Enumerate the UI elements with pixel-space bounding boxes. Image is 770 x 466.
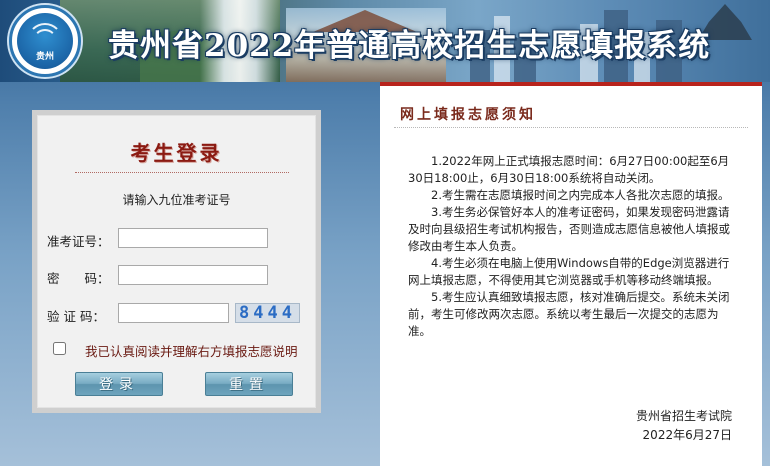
header-banner: 贵州 贵州省2022年普通高校招生志愿填报系统 [0,0,770,82]
notice-item: 5.考生应认真细致填报志愿，核对准确后提交。系统未关闭前，考生可修改两次志愿。系… [408,290,730,338]
site-logo: 贵州 [9,5,81,77]
login-divider [75,172,289,173]
notice-issuer: 贵州省招生考试院 [635,409,732,423]
agree-label[interactable]: 我已认真阅读并理解右方填报志愿说明 [85,341,298,360]
notice-divider [394,127,748,128]
notice-item: 3.考生务必保管好本人的准考证密码，如果发现密码泄露请及时向县级招生考试机构报告… [408,205,730,253]
notice-panel: 网上填报志愿须知 1.2022年网上正式填报志愿时间：6月27日00:00起至6… [380,82,762,466]
notice-item: 4.考生必须在电脑上使用Windows自带的Edge浏览器进行网上填报志愿，不得… [408,256,730,287]
captcha-label: 验 证 码： [47,309,105,324]
logo-text: 贵州 [35,52,54,62]
captcha-image[interactable]: 8444 [235,303,300,323]
reset-button[interactable]: 重置 [205,372,293,396]
password-input[interactable] [118,265,268,285]
notice-body: 1.2022年网上正式填报志愿时间：6月27日00:00起至6月30日18:00… [408,153,738,340]
password-label: 密 码： [47,271,110,286]
login-button[interactable]: 登录 [75,372,163,396]
notice-signature: 贵州省招生考试院 2022年6月27日 [636,407,732,445]
agree-checkbox[interactable] [53,342,66,355]
notice-item: 1.2022年网上正式填报志愿时间：6月27日00:00起至6月30日18:00… [408,154,730,185]
login-title: 考生登录 [130,141,223,165]
login-panel: 考生登录 请输入九位准考证号 准考证号： 密 码： 验 证 码： 8444 我已… [32,110,321,413]
login-hint: 请输入九位准考证号 [122,193,231,207]
site-title: 贵州省2022年普通高校招生志愿填报系统 [108,28,711,64]
captcha-input[interactable] [118,303,229,323]
exam-id-input[interactable] [118,228,268,248]
notice-title: 网上填报志愿须知 [400,107,536,123]
notice-item: 2.考生需在志愿填报时间之内完成本人各批次志愿的填报。 [431,188,730,202]
notice-date: 2022年6月27日 [642,428,732,442]
logo-emblem-icon: 贵州 [17,13,73,69]
exam-id-label: 准考证号： [47,234,110,249]
